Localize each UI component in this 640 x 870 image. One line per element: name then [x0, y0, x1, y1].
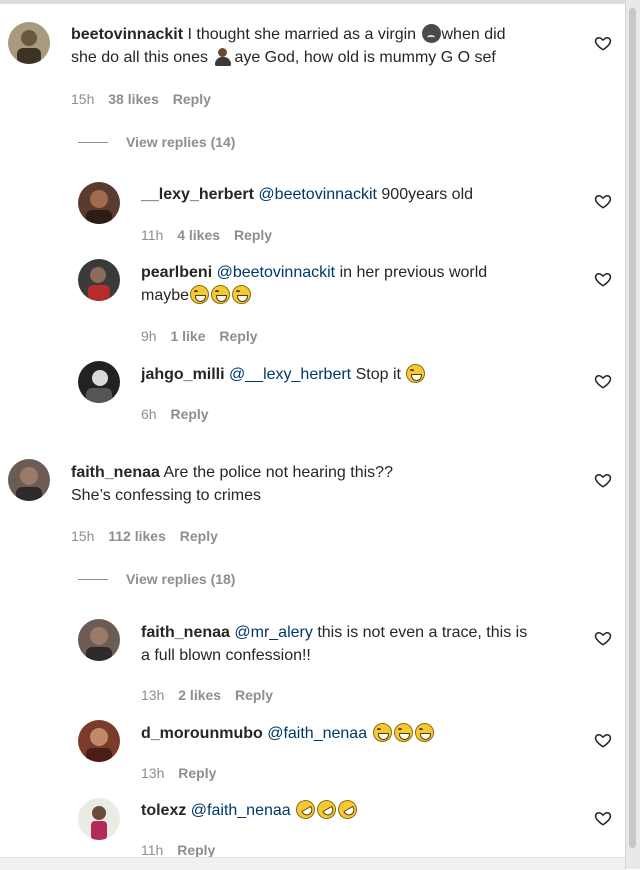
laughing-emoji	[232, 285, 252, 304]
timestamp: 11h	[141, 227, 164, 243]
reply-button[interactable]: Reply	[170, 406, 208, 422]
rofl-emoji	[313, 796, 340, 823]
rofl-emoji	[334, 796, 361, 823]
reply-button[interactable]: Reply	[178, 765, 216, 781]
comment-text: __lexy_herbert @beetovinnackit 900years …	[141, 186, 474, 203]
mention-link[interactable]: @mr_alery	[234, 624, 312, 641]
top-divider	[0, 0, 626, 4]
reply-button[interactable]: Reply	[173, 91, 211, 107]
comment-text: jahgo_milli @__lexy_herbert Stop it	[141, 363, 581, 386]
timestamp: 13h	[141, 765, 165, 781]
comment-meta: 13h 2 likes Reply	[141, 687, 283, 703]
reply-button[interactable]: Reply	[235, 687, 273, 703]
username[interactable]: pearlbeni	[141, 264, 212, 281]
username[interactable]: tolexz	[141, 802, 186, 819]
comment-meta: 15h 112 likes Reply	[71, 528, 228, 544]
comment-meta: 13h Reply	[141, 765, 226, 781]
divider-dash	[78, 578, 108, 580]
likes-count[interactable]: 4 likes	[177, 227, 220, 243]
mention-link[interactable]: @beetovinnackit	[258, 186, 377, 203]
avatar[interactable]	[78, 619, 120, 661]
heart-icon[interactable]	[594, 731, 612, 749]
avatar[interactable]	[8, 22, 50, 64]
likes-count[interactable]: 2 likes	[178, 687, 221, 703]
comment-meta: 11h Reply	[141, 842, 225, 858]
bottom-edge	[0, 857, 626, 870]
heart-icon[interactable]	[594, 270, 612, 288]
mention-link[interactable]: @faith_nenaa	[191, 802, 291, 819]
mention-link[interactable]: @__lexy_herbert	[229, 366, 351, 383]
avatar[interactable]	[78, 798, 120, 840]
view-replies-button[interactable]: View replies (14)	[78, 134, 235, 150]
likes-count[interactable]: 38 likes	[108, 91, 159, 107]
comment-text: d_morounmubo @faith_nenaa	[141, 722, 581, 745]
heart-icon[interactable]	[594, 471, 612, 489]
timestamp: 15h	[71, 528, 95, 544]
rofl-emoji	[292, 796, 319, 823]
comment-meta: 9h 1 like Reply	[141, 328, 268, 344]
username[interactable]: faith_nenaa	[141, 624, 230, 641]
likes-count[interactable]: 1 like	[170, 328, 205, 344]
timestamp: 13h	[141, 687, 165, 703]
heart-icon[interactable]	[594, 192, 612, 210]
reply-button[interactable]: Reply	[219, 328, 257, 344]
comment-text: faith_nenaa Are the police not hearing t…	[71, 464, 393, 504]
username[interactable]: faith_nenaa	[71, 464, 160, 481]
laughing-emoji	[414, 723, 434, 742]
laughing-emoji	[393, 723, 413, 742]
username[interactable]: d_morounmubo	[141, 725, 263, 742]
person-emoji	[213, 47, 233, 66]
mention-link[interactable]: @faith_nenaa	[267, 725, 367, 742]
laughing-emoji	[372, 723, 392, 742]
avatar[interactable]	[8, 459, 50, 501]
timestamp: 9h	[141, 328, 157, 344]
view-replies-button[interactable]: View replies (18)	[78, 571, 235, 587]
timestamp: 11h	[141, 842, 164, 858]
reply-button[interactable]: Reply	[180, 528, 218, 544]
username[interactable]: __lexy_herbert	[141, 186, 254, 203]
heart-icon[interactable]	[594, 809, 612, 827]
comment-text: beetovinnackit I thought she married as …	[71, 24, 506, 66]
comment-text: faith_nenaa @mr_alery this is not even a…	[141, 624, 528, 664]
reply-button[interactable]: Reply	[177, 842, 215, 858]
avatar[interactable]	[78, 259, 120, 301]
divider-dash	[78, 141, 108, 143]
laughing-emoji	[406, 364, 426, 383]
laughing-emoji	[211, 285, 231, 304]
scrollbar-thumb[interactable]	[629, 8, 636, 848]
avatar[interactable]	[78, 182, 120, 224]
timestamp: 15h	[71, 91, 95, 107]
username[interactable]: beetovinnackit	[71, 26, 183, 43]
avatar[interactable]	[78, 720, 120, 762]
timestamp: 6h	[141, 406, 157, 422]
scrollbar[interactable]	[625, 0, 640, 869]
comment-meta: 15h 38 likes Reply	[71, 91, 221, 107]
comment-meta: 6h Reply	[141, 406, 219, 422]
likes-count[interactable]: 112 likes	[108, 528, 166, 544]
avatar[interactable]	[78, 361, 120, 403]
heart-icon[interactable]	[594, 372, 612, 390]
mention-link[interactable]: @beetovinnackit	[217, 264, 336, 281]
worried-face-emoji	[421, 24, 441, 43]
laughing-emoji	[190, 285, 210, 304]
heart-icon[interactable]	[594, 34, 612, 52]
comment-text: pearlbeni @beetovinnackit in her previou…	[141, 264, 488, 304]
comment-meta: 11h 4 likes Reply	[141, 227, 282, 243]
heart-icon[interactable]	[594, 629, 612, 647]
comment-text: tolexz @faith_nenaa	[141, 796, 581, 823]
reply-button[interactable]: Reply	[234, 227, 272, 243]
username[interactable]: jahgo_milli	[141, 366, 225, 383]
